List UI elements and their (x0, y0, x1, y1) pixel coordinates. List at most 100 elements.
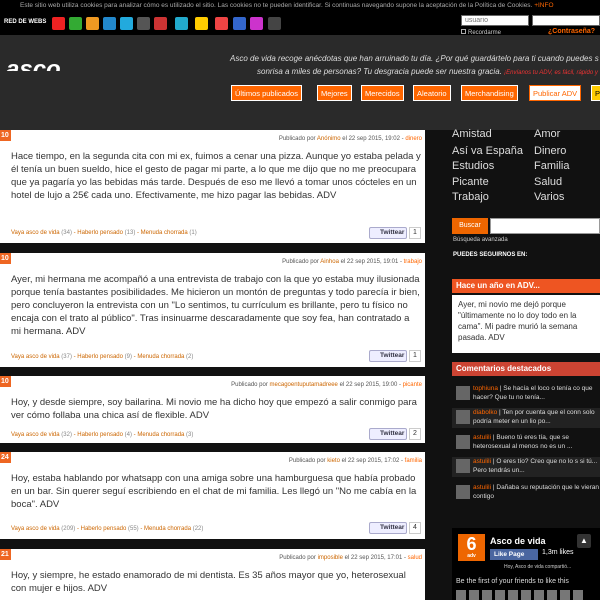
vote-haberlo[interactable]: Haberlo pensado (77, 432, 123, 438)
site-logo[interactable]: asco (6, 57, 76, 71)
post: 10 Publicado por mecagoentuputamadreee e… (0, 376, 425, 443)
network-icon-7[interactable] (154, 17, 167, 30)
vote-menuda-count: (22) (192, 526, 204, 532)
nav-best[interactable]: Mejores (317, 85, 352, 101)
posts-column: 10 Publicado por Anónimo el 22 sep 2015,… (0, 130, 425, 600)
vote-menuda[interactable]: Menuda chorrada (137, 432, 184, 438)
vote-vaya[interactable]: Vaya asco de vida (11, 230, 60, 236)
post-date: el 22 sep 2015, 19:00 (339, 382, 398, 388)
comment-item[interactable]: astulili | Dañaba su reputación que le v… (452, 483, 600, 503)
comment-item[interactable]: diabolko | Ten por cuenta que el conn so… (452, 408, 600, 428)
network-icon-4[interactable] (103, 17, 116, 30)
year-ago-title[interactable]: Hace un año en ADV... (452, 279, 600, 293)
forgot-password-link[interactable]: ¿Contraseña? (548, 28, 595, 35)
nav-deserved[interactable]: Merecidos (361, 85, 404, 101)
network-icon-6[interactable] (137, 17, 150, 30)
post-text: Ayer, mi hermana me acompañó a una entre… (11, 274, 420, 337)
tweet-count: 1 (409, 227, 421, 239)
vote-haberlo[interactable]: Haberlo pensado (77, 230, 123, 236)
vote-haberlo-count: (4) (124, 432, 132, 438)
network-icon-1[interactable] (52, 17, 65, 30)
nav-merch[interactable]: Merchandising (461, 85, 518, 101)
search-input[interactable] (490, 218, 600, 234)
vote-vaya[interactable]: Vaya asco de vida (11, 432, 60, 438)
vote-menuda[interactable]: Menuda chorrada (141, 230, 188, 236)
post-author[interactable]: mecagoentuputamadreee (270, 382, 338, 388)
tagline-line1: Asco de vida recoge anécdotas que han ar… (230, 54, 599, 63)
category-dinero[interactable]: Dinero (534, 145, 566, 157)
category-salud[interactable]: Salud (534, 176, 562, 188)
network-icon-2[interactable] (69, 17, 82, 30)
comment-item[interactable]: astulili | O eres tío? Creo que no lo s … (452, 457, 600, 477)
vote-menuda[interactable]: Menuda chorrada (137, 354, 184, 360)
fb-page-name[interactable]: Asco de vida (490, 536, 546, 546)
tweet-widget[interactable]: Twittear 1 (369, 227, 421, 239)
post-votes: Vaya asco de vida (37) - Haberlo pensado… (11, 354, 194, 360)
tweet-button[interactable]: Twittear (369, 522, 407, 534)
tweet-button[interactable]: Twittear (369, 350, 407, 362)
fb-page-logo[interactable]: 6 adv (458, 534, 485, 561)
post-category[interactable]: dinero (405, 136, 422, 142)
post-author[interactable]: Anónimo (317, 136, 341, 142)
comment-user[interactable]: astulili (473, 484, 491, 491)
category-familia[interactable]: Familia (534, 160, 569, 172)
nav-extra[interactable]: P (591, 85, 600, 101)
category-espana[interactable]: Así va España (452, 145, 523, 157)
remember-checkbox[interactable] (461, 29, 466, 34)
comment-item[interactable]: tophiuna | Se hacía el loco o tenía co q… (452, 384, 600, 404)
network-icon-11[interactable] (233, 17, 246, 30)
username-input[interactable] (461, 15, 529, 26)
vote-vaya[interactable]: Vaya asco de vida (11, 354, 60, 360)
post-date: el 22 sep 2015, 17:02 (341, 458, 400, 464)
post: 21 Publicado por imposible el 22 sep 201… (0, 549, 425, 600)
post-category[interactable]: familia (405, 458, 422, 464)
vote-haberlo[interactable]: Haberlo pensado (81, 526, 127, 532)
tweet-button[interactable]: Twittear (369, 428, 407, 440)
avatar (456, 410, 470, 424)
network-icon-5[interactable] (120, 17, 133, 30)
vote-haberlo[interactable]: Haberlo pensado (77, 354, 123, 360)
tagline-cta[interactable]: ¡Envíanos tu ADV, es fácil, rápido y (504, 70, 598, 76)
nav-random[interactable]: Aleatorio (413, 85, 451, 101)
scroll-up-icon[interactable]: ▲ (577, 534, 591, 548)
fb-like-button[interactable]: Like Page (490, 549, 538, 560)
nav-latest[interactable]: Últimos publicados (231, 85, 302, 101)
category-amistad[interactable]: Amistad (452, 128, 492, 140)
vote-vaya-count: (32) (61, 432, 72, 438)
comment-user[interactable]: tophiuna (473, 385, 498, 392)
network-icon-3[interactable] (86, 17, 99, 30)
category-amor[interactable]: Amor (534, 128, 560, 140)
password-input[interactable] (532, 15, 600, 26)
category-trabajo[interactable]: Trabajo (452, 191, 489, 203)
vote-menuda[interactable]: Menuda chorrada (144, 526, 191, 532)
comment-user[interactable]: diabolko (473, 409, 497, 416)
category-estudios[interactable]: Estudios (452, 160, 494, 172)
network-icon-9[interactable] (195, 17, 208, 30)
post-author[interactable]: imposible (318, 555, 343, 561)
tweet-widget[interactable]: Twittear 2 (369, 428, 421, 440)
network-icon-10[interactable] (215, 17, 228, 30)
category-picante[interactable]: Picante (452, 176, 489, 188)
network-icon-8[interactable] (175, 17, 188, 30)
vote-vaya[interactable]: Vaya asco de vida (11, 526, 60, 532)
tweet-button[interactable]: Twittear (369, 227, 407, 239)
comment-user[interactable]: astulili (473, 458, 491, 465)
network-icon-13[interactable] (268, 17, 281, 30)
post-category[interactable]: picante (403, 382, 422, 388)
category-varios[interactable]: Varios (534, 191, 564, 203)
advanced-search-link[interactable]: Búsqueda avanzada (453, 237, 508, 243)
post-category[interactable]: trabajo (404, 259, 422, 265)
comment-user[interactable]: astulili (473, 434, 491, 441)
network-icon-12[interactable] (250, 17, 263, 30)
tweet-widget[interactable]: Twittear 4 (369, 522, 421, 534)
nav-publish[interactable]: Publicar ADV (529, 85, 582, 101)
comment-item[interactable]: astulili | Bueno tú eres tía, que se het… (452, 433, 600, 453)
post-author[interactable]: Ainhoa (320, 259, 339, 265)
post-author[interactable]: kieto (327, 458, 340, 464)
search-button[interactable]: Buscar (452, 218, 488, 234)
avatar (456, 590, 466, 600)
post-meta: Publicado por Ainhoa el 22 sep 2015, 19:… (282, 259, 422, 265)
tweet-widget[interactable]: Twittear 1 (369, 350, 421, 362)
cookie-info-link[interactable]: +INFO (534, 2, 553, 9)
post-category[interactable]: salud (408, 555, 422, 561)
